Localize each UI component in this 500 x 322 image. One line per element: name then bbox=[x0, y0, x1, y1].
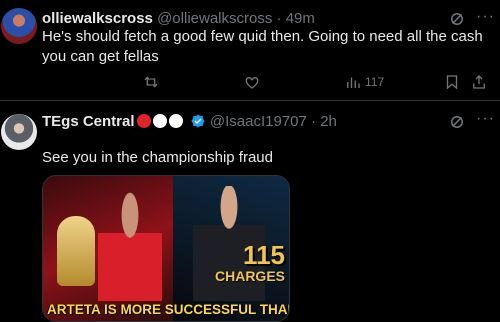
separator: · bbox=[276, 10, 282, 27]
separator: · bbox=[311, 113, 317, 130]
grok-icon[interactable] bbox=[448, 113, 466, 131]
share-button[interactable] bbox=[470, 73, 488, 91]
views-count: 117 bbox=[365, 75, 385, 89]
white-circle-emoji bbox=[152, 114, 167, 128]
handle[interactable]: @olliewalkscross bbox=[157, 10, 272, 27]
trophy-graphic bbox=[57, 216, 95, 286]
tweet[interactable]: TEgs Central @IsaacI19707 · 2h ··· See y… bbox=[0, 101, 500, 322]
handle[interactable]: @IsaacI19707 bbox=[210, 113, 307, 130]
heart-icon bbox=[245, 76, 259, 89]
more-options-icon[interactable]: ··· bbox=[476, 110, 495, 128]
verified-badge-icon[interactable] bbox=[190, 113, 206, 129]
tweet-header: TEgs Central @IsaacI19707 · 2h bbox=[42, 113, 337, 130]
views-button[interactable]: 117 bbox=[344, 73, 384, 91]
media-number: 115 bbox=[243, 240, 285, 270]
retweet-icon bbox=[144, 76, 158, 88]
like-button[interactable] bbox=[243, 73, 261, 91]
tweet[interactable]: olliewalkscross @olliewalkscross · 49m ·… bbox=[0, 0, 500, 101]
red-circle-emoji bbox=[136, 114, 151, 128]
bookmark-button[interactable] bbox=[443, 73, 461, 91]
timestamp[interactable]: 2h bbox=[320, 113, 337, 130]
retweet-button[interactable] bbox=[142, 73, 160, 91]
timestamp[interactable]: 49m bbox=[286, 10, 315, 27]
media-caption: ARTETA IS MORE SUCCESSFUL THAN PEP?! 😳🏆 bbox=[47, 302, 289, 317]
display-name[interactable]: TEgs Central bbox=[42, 113, 135, 130]
grok-icon[interactable] bbox=[448, 10, 466, 28]
display-name[interactable]: olliewalkscross bbox=[42, 10, 153, 27]
share-icon bbox=[473, 75, 485, 89]
tweet-text: See you in the championship fraud bbox=[42, 149, 273, 166]
tweet-header: olliewalkscross @olliewalkscross · 49m bbox=[42, 10, 315, 27]
avatar[interactable] bbox=[1, 114, 37, 150]
tweet-media-image[interactable]: 115 CHARGES ARTETA IS MORE SUCCESSFUL TH… bbox=[42, 175, 290, 322]
views-icon bbox=[347, 77, 360, 88]
person-graphic bbox=[98, 191, 162, 301]
tweet-text: He's should fetch a good few quid then. … bbox=[42, 28, 483, 65]
bookmark-icon bbox=[446, 75, 458, 90]
avatar[interactable] bbox=[1, 8, 37, 44]
media-charges-text: CHARGES bbox=[214, 268, 285, 284]
more-options-icon[interactable]: ··· bbox=[476, 8, 495, 26]
white-circle-emoji bbox=[168, 114, 183, 128]
